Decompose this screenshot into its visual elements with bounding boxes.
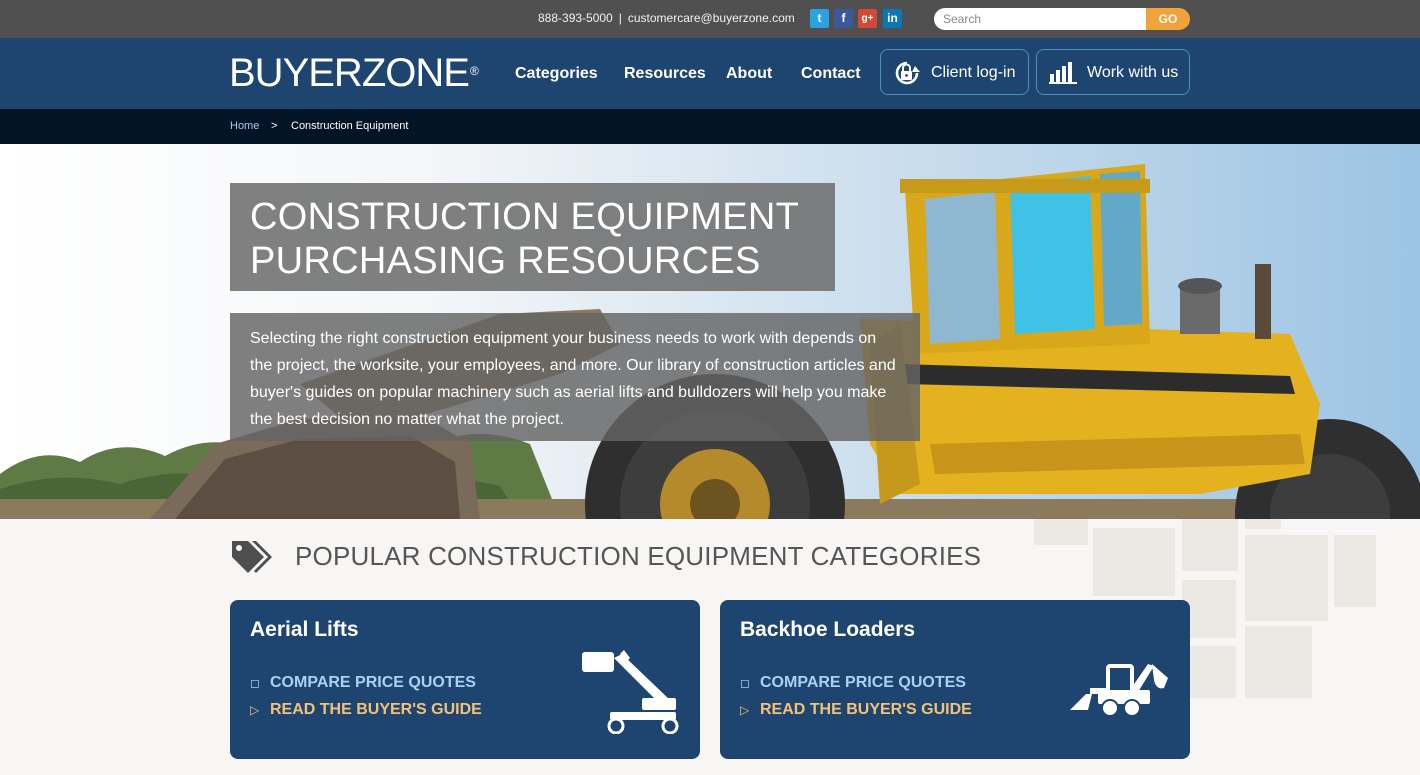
buyerzone-logo[interactable]: BUYERZONE ® — [229, 51, 479, 95]
compare-quotes-label: COMPARE PRICE QUOTES — [270, 674, 476, 691]
square-bullet-icon: ◻ — [740, 676, 750, 690]
decorative-tile — [1245, 535, 1328, 621]
buyers-guide-label: READ THE BUYER'S GUIDE — [760, 701, 972, 718]
decorative-tile — [1334, 535, 1376, 607]
category-card-backhoe-loaders[interactable]: Backhoe Loaders ◻ COMPARE PRICE QUOTES ▷ R… — [720, 600, 1190, 759]
square-bullet-icon: ◻ — [250, 676, 260, 690]
bar-chart-icon — [1049, 62, 1077, 84]
compare-quotes-label: COMPARE PRICE QUOTES — [760, 674, 966, 691]
nav-contact[interactable]: Contact — [801, 65, 861, 83]
hero-banner: CONSTRUCTION EQUIPMENT PURCHASING RESOUR… — [0, 144, 1420, 519]
card-title[interactable]: Backhoe Loaders — [740, 618, 915, 642]
search-input[interactable] — [934, 8, 1146, 30]
breadcrumb-separator: > — [271, 120, 278, 132]
category-card-aerial-lifts[interactable]: Aerial Lifts ◻ COMPARE PRICE QUOTES ▷ READ… — [230, 600, 700, 759]
nav-about[interactable]: About — [726, 65, 772, 83]
breadcrumb-current: Construction Equipment — [291, 120, 409, 132]
linkedin-icon[interactable]: in — [883, 9, 902, 28]
hero-title-line2: PURCHASING RESOURCES — [250, 240, 761, 282]
hero-title-box: CONSTRUCTION EQUIPMENT PURCHASING RESOUR… — [230, 183, 835, 291]
work-with-us-label: Work with us — [1087, 64, 1179, 81]
tags-icon — [232, 541, 272, 573]
client-login-button[interactable]: Client log-in — [880, 49, 1029, 95]
decorative-tile — [1245, 626, 1312, 698]
main-header: BUYERZONE ® Categories Resources About C… — [0, 38, 1420, 109]
email-link[interactable]: customercare@buyerzone.com — [628, 11, 795, 25]
top-utility-bar: 888-393-5000 | customercare@buyerzone.com … — [0, 0, 1420, 38]
decorative-tile — [1182, 646, 1236, 698]
categories-section-title: POPULAR CONSTRUCTION EQUIPMENT CATEGORIE… — [295, 541, 982, 571]
logo-registered-mark: ® — [470, 64, 479, 78]
breadcrumb-home[interactable]: Home — [230, 120, 259, 132]
hero-description-box: Selecting the right construction equipme… — [230, 313, 920, 441]
lock-refresh-icon — [895, 61, 920, 85]
logo-text: BUYERZONE — [229, 51, 470, 95]
compare-price-quotes-link[interactable]: ◻ COMPARE PRICE QUOTES — [250, 674, 476, 692]
triangle-bullet-icon: ▷ — [740, 703, 750, 717]
decorative-tile — [1034, 519, 1088, 545]
decorative-tile — [1093, 528, 1175, 596]
triangle-bullet-icon: ▷ — [250, 703, 260, 717]
backhoe-loader-icon — [1070, 664, 1168, 717]
search-go-button[interactable]: GO — [1146, 8, 1190, 30]
buyers-guide-label: READ THE BUYER'S GUIDE — [270, 701, 482, 718]
contact-info: 888-393-5000 | customercare@buyerzone.com — [538, 11, 795, 25]
hero-description: Selecting the right construction equipme… — [250, 330, 896, 428]
work-with-us-button[interactable]: Work with us — [1036, 49, 1190, 95]
contact-separator: | — [618, 11, 622, 25]
google-plus-icon[interactable]: g+ — [858, 9, 877, 28]
card-title[interactable]: Aerial Lifts — [250, 618, 359, 642]
facebook-icon[interactable]: f — [834, 9, 853, 28]
decorative-tile — [1182, 580, 1236, 638]
compare-price-quotes-link[interactable]: ◻ COMPARE PRICE QUOTES — [740, 674, 966, 692]
phone-number[interactable]: 888-393-5000 — [538, 11, 613, 25]
hero-title-line1: CONSTRUCTION EQUIPMENT — [250, 196, 800, 238]
buyers-guide-link[interactable]: ▷ READ THE BUYER'S GUIDE — [250, 701, 482, 719]
client-login-label: Client log-in — [931, 64, 1016, 81]
nav-categories[interactable]: Categories — [515, 65, 598, 83]
twitter-icon[interactable]: t — [810, 9, 829, 28]
decorative-tile — [1182, 519, 1238, 571]
aerial-lift-icon — [582, 650, 679, 734]
breadcrumb: Home > Construction Equipment — [0, 109, 1420, 144]
buyers-guide-link[interactable]: ▷ READ THE BUYER'S GUIDE — [740, 701, 972, 719]
nav-resources[interactable]: Resources — [624, 65, 706, 83]
decorative-tile — [1245, 519, 1281, 529]
hero-title: CONSTRUCTION EQUIPMENT PURCHASING RESOUR… — [250, 195, 815, 283]
